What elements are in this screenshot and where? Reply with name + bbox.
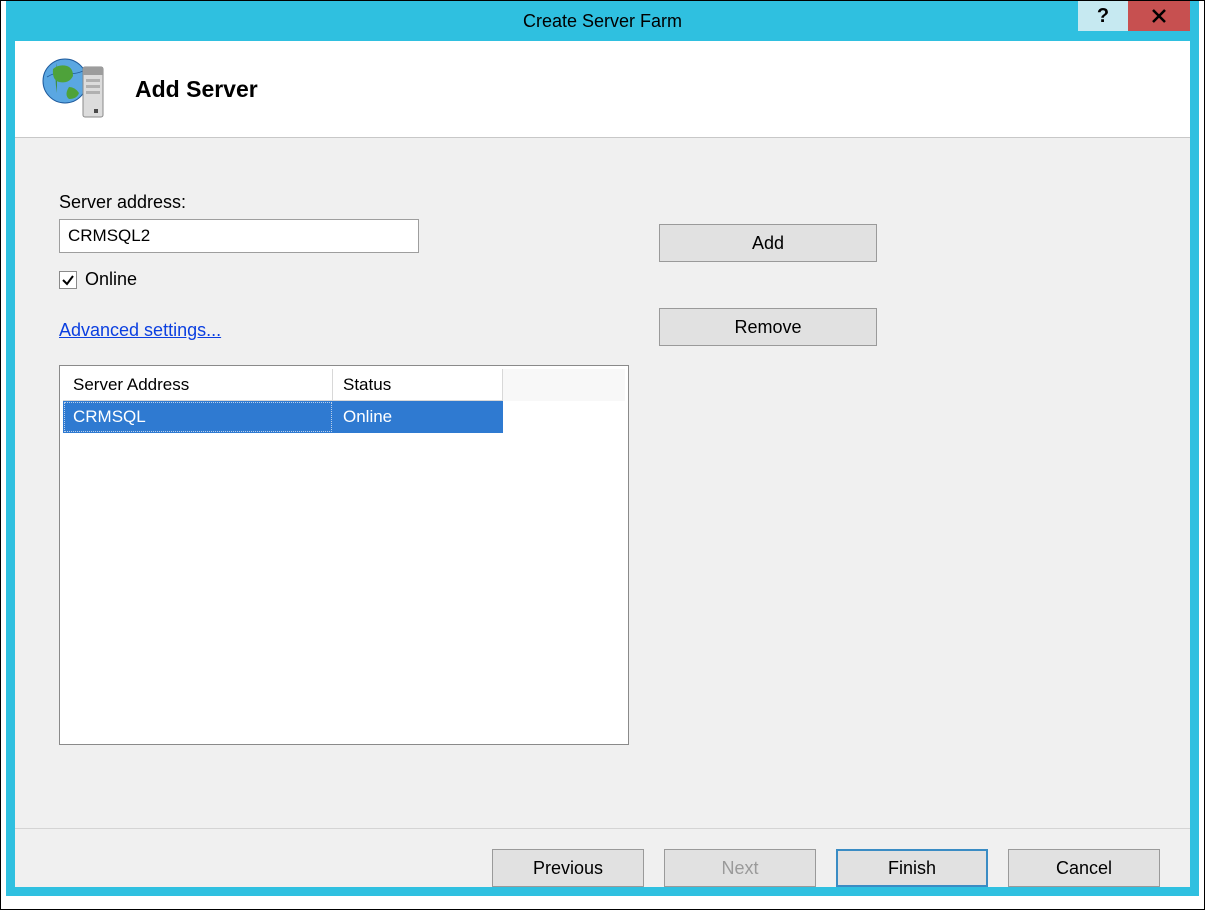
cancel-button[interactable]: Cancel (1008, 849, 1160, 887)
checkmark-icon (61, 273, 75, 287)
table-row[interactable]: CRMSQL Online (63, 401, 625, 433)
wizard-header: Add Server (15, 41, 1190, 138)
wizard-footer: Previous Next Finish Cancel (15, 828, 1190, 887)
cell-server-address: CRMSQL (63, 401, 333, 433)
next-button: Next (664, 849, 816, 887)
dialog-window: Create Server Farm ? (6, 1, 1199, 896)
column-header-address[interactable]: Server Address (63, 369, 333, 401)
online-checkbox-label: Online (85, 269, 137, 290)
server-address-label: Server address: (59, 192, 619, 213)
page-title: Add Server (135, 76, 258, 103)
close-button[interactable] (1128, 1, 1190, 31)
server-address-input[interactable] (59, 219, 419, 253)
servers-listview[interactable]: Server Address Status CRMSQL Online (59, 365, 629, 745)
online-checkbox[interactable] (59, 271, 77, 289)
add-button[interactable]: Add (659, 224, 877, 262)
previous-button[interactable]: Previous (492, 849, 644, 887)
column-header-status[interactable]: Status (333, 369, 503, 401)
cell-status: Online (333, 401, 503, 433)
window-controls: ? (1078, 1, 1190, 31)
help-button[interactable]: ? (1078, 1, 1128, 31)
server-globe-icon (39, 53, 111, 125)
titlebar: Create Server Farm ? (15, 1, 1190, 41)
wizard-content: Server address: Online Advanced settings… (15, 138, 1190, 828)
finish-button[interactable]: Finish (836, 849, 988, 887)
listview-header-row: Server Address Status (63, 369, 625, 401)
advanced-settings-link[interactable]: Advanced settings... (59, 320, 221, 341)
remove-button[interactable]: Remove (659, 308, 877, 346)
window-title: Create Server Farm (523, 11, 682, 32)
close-icon (1150, 7, 1168, 25)
